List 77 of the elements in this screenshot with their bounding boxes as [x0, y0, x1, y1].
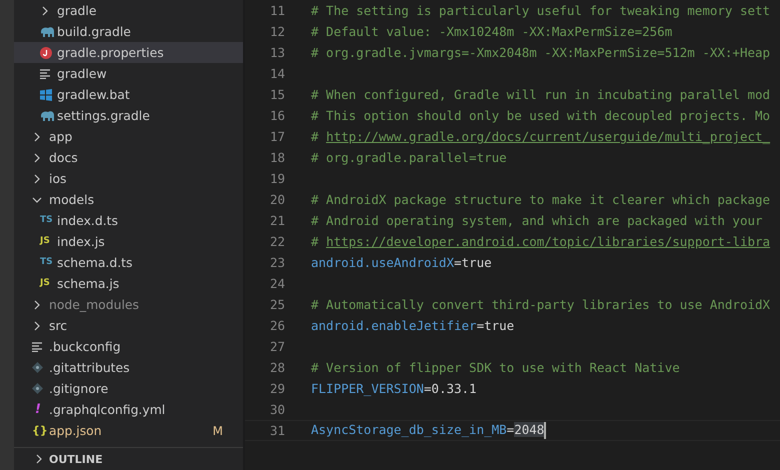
- diamond-icon: [32, 383, 43, 394]
- code-comment: # Default value: -Xmx10248m -XX:MaxPermSize=256m: [311, 24, 672, 39]
- line-number: 18: [268, 150, 285, 165]
- file-type-icon: TS: [40, 258, 53, 267]
- file-type-icon: JS: [40, 279, 50, 288]
- line-number: 17: [268, 129, 285, 144]
- file-tree-item[interactable]: build.gradle: [14, 21, 243, 42]
- windows-logo-icon: [40, 88, 52, 100]
- text-lines-icon: [32, 342, 43, 352]
- diamond-icon: [32, 362, 43, 373]
- code-comment: # AndroidX package structure to make it clearer which package: [311, 192, 770, 207]
- file-tree-item[interactable]: .gitattributes: [14, 357, 243, 378]
- code-comment: # org.gradle.jvmargs=-Xmx2048m -XX:MaxPermSize=512m -XX:+Heap: [311, 45, 770, 60]
- line-number: 12: [268, 24, 285, 39]
- file-tree-item[interactable]: gradle: [14, 0, 243, 21]
- line-number: 27: [268, 339, 285, 354]
- code-property: android.useAndroidX=true: [311, 255, 492, 270]
- code-comment: # Android operating system, and which are packaged with your: [311, 213, 763, 228]
- code-property: android.enableJetifier=true: [311, 318, 514, 333]
- text-lines-icon: [40, 68, 51, 78]
- line-number: 23: [268, 255, 285, 270]
- file-type-icon: {}: [32, 425, 48, 436]
- line-number: 30: [268, 402, 285, 417]
- file-tree-item[interactable]: TS index.d.ts: [14, 210, 243, 231]
- comment-link[interactable]: https://developer.android.com/topic/libraries/support-libra: [326, 234, 770, 249]
- code-comment: # When configured, Gradle will run in incubating parallel mod: [311, 87, 770, 102]
- file-tree-item[interactable]: .buckconfig: [14, 336, 243, 357]
- file-tree-item[interactable]: gradlew.bat: [14, 84, 243, 105]
- line-number: 22: [268, 234, 285, 249]
- line-number: 24: [268, 276, 285, 291]
- file-tree-item[interactable]: gradlew: [14, 63, 243, 84]
- line-number: 28: [268, 360, 285, 375]
- outline-section-header[interactable]: OUTLINE: [14, 447, 243, 470]
- elephant-icon: [40, 26, 55, 38]
- line-number: 29: [268, 381, 285, 396]
- file-tree-item[interactable]: ! .graphqlconfig.yml: [14, 399, 243, 420]
- elephant-icon: [40, 110, 55, 122]
- file-tree-item[interactable]: gradle.properties: [14, 42, 243, 63]
- line-number: 19: [268, 171, 285, 186]
- file-tree-item[interactable]: {}app.json M: [14, 420, 243, 441]
- file-type-icon: !: [32, 403, 41, 416]
- line-number: 11: [268, 3, 285, 18]
- file-tree-item[interactable]: ios: [14, 168, 243, 189]
- line-number: 21: [268, 213, 285, 228]
- code-comment: # Automatically convert third-party libraries to use AndroidX: [311, 297, 770, 312]
- line-number: 13: [268, 45, 285, 60]
- line-number: 16: [268, 108, 285, 123]
- code-comment: # https://developer.android.com/topic/libraries/support-libra: [311, 234, 770, 249]
- line-number: 31: [268, 423, 285, 438]
- file-tree-item[interactable]: JS index.js: [14, 231, 243, 252]
- code-comment: # http://www.gradle.org/docs/current/userguide/multi_project_: [311, 129, 770, 144]
- code-comment: # This option should only be used with decoupled projects. Mo: [311, 108, 770, 123]
- chevron-right-icon: [34, 454, 44, 464]
- file-tree-item[interactable]: JS schema.js: [14, 273, 243, 294]
- git-status-label: M: [212, 424, 223, 438]
- file-tree-item[interactable]: .gitignore: [14, 378, 243, 399]
- line-number: 15: [268, 87, 285, 102]
- file-tree-item[interactable]: src: [14, 315, 243, 336]
- comment-link[interactable]: http://www.gradle.org/docs/current/userguide/multi_project_: [326, 129, 770, 144]
- file-tree-item[interactable]: node_modules: [14, 294, 243, 315]
- file-type-icon: TS: [40, 216, 53, 225]
- file-tree-item[interactable]: docs: [14, 147, 243, 168]
- file-type-icon: JS: [40, 237, 50, 246]
- line-number: 26: [268, 318, 285, 333]
- code-comment: # The setting is particularly useful for tweaking memory sett: [311, 3, 770, 18]
- code-comment: # Version of flipper SDK to use with React Native: [311, 360, 680, 375]
- line-number: 20: [268, 192, 285, 207]
- line-number: 25: [268, 297, 285, 312]
- line-number: 14: [268, 66, 285, 81]
- code-comment: # org.gradle.parallel=true: [311, 150, 507, 165]
- file-tree-item[interactable]: TS schema.d.ts: [14, 252, 243, 273]
- file-tree-item[interactable]: models: [14, 189, 243, 210]
- file-tree-item[interactable]: settings.gradle: [14, 105, 243, 126]
- code-property: FLIPPER_VERSION=0.33.1: [311, 381, 477, 396]
- code-property: AsyncStorage_db_size_in_MB=2048: [311, 422, 546, 437]
- properties-file-icon: [40, 46, 52, 58]
- file-tree-item[interactable]: app: [14, 126, 243, 147]
